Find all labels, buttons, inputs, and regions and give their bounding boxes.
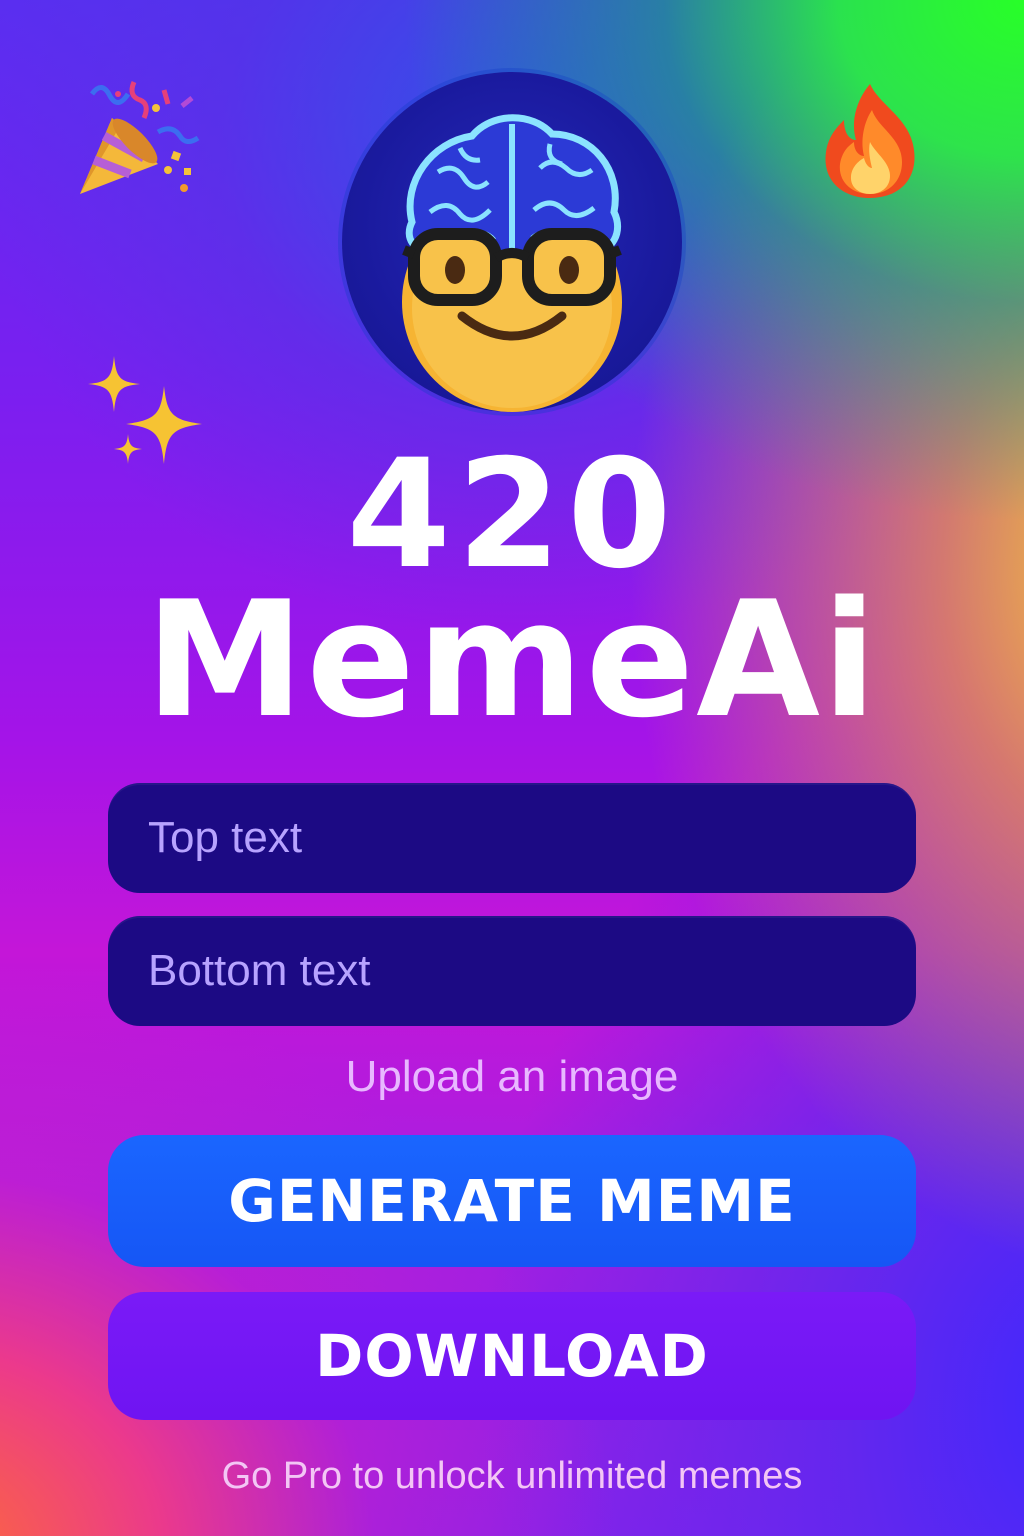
nerd-brain-face-icon (402, 114, 622, 412)
top-text-field[interactable] (108, 783, 916, 893)
fire-icon (818, 80, 922, 202)
bottom-text-input[interactable] (148, 946, 876, 996)
app-title-name: MemeAi (145, 566, 879, 753)
avatar (342, 72, 682, 412)
generate-meme-label: GENERATE MEME (228, 1167, 796, 1235)
go-pro-link[interactable]: Go Pro to unlock unlimited memes (0, 1455, 1024, 1498)
generate-meme-button[interactable]: GENERATE MEME (108, 1135, 916, 1267)
download-label: DOWNLOAD (315, 1322, 709, 1390)
bottom-text-field[interactable] (108, 916, 916, 1026)
download-button[interactable]: DOWNLOAD (108, 1292, 916, 1420)
party-popper-icon (72, 72, 202, 202)
upload-image-link[interactable]: Upload an image (0, 1052, 1024, 1102)
top-text-input[interactable] (148, 813, 876, 863)
